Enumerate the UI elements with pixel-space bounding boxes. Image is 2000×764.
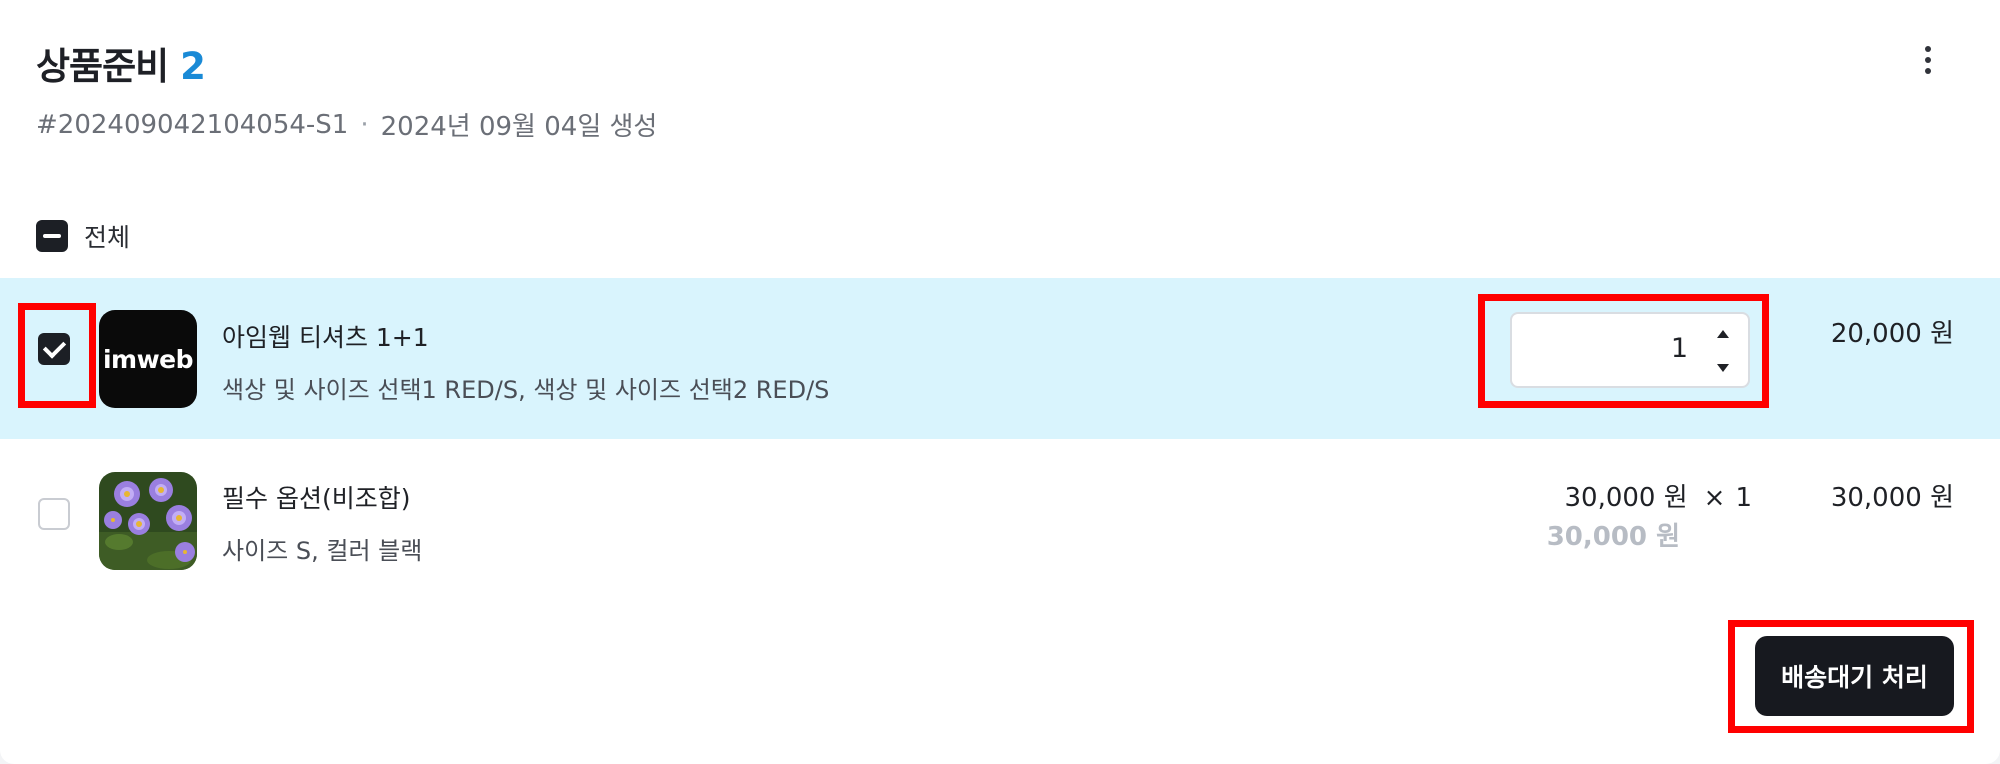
order-number: #202409042104054-S1 xyxy=(36,109,349,140)
ready-to-ship-button[interactable]: 배송대기 처리 xyxy=(1755,636,1954,716)
unit-price-sub: 30,000 원 xyxy=(1546,522,1680,552)
product-row: imweb 아임웹 티셔츠 1+1 색상 및 사이즈 선택1 RED/S, 색상… xyxy=(0,278,2000,439)
product-options: 사이즈 S, 컬러 블랙 xyxy=(222,537,423,565)
title-row: 상품준비 2 xyxy=(36,36,206,90)
product-thumbnail: imweb xyxy=(99,310,197,408)
product-name: 필수 옵션(비조합) xyxy=(222,484,411,513)
item-count: 2 xyxy=(180,45,206,88)
quantity-stepper[interactable]: 1 xyxy=(1510,312,1750,388)
stepper-arrows xyxy=(1712,330,1734,372)
product-options: 색상 및 사이즈 선택1 RED/S, 색상 및 사이즈 선택2 RED/S xyxy=(222,376,830,404)
kebab-dot xyxy=(1925,57,1931,63)
times-sign: × xyxy=(1703,483,1726,513)
increment-icon[interactable] xyxy=(1717,330,1729,338)
more-options-icon[interactable] xyxy=(1912,40,1944,80)
select-all-label: 전체 xyxy=(84,223,131,252)
product-thumbnail xyxy=(99,472,197,570)
created-date: 2024년 09월 04일 생성 xyxy=(380,112,658,142)
kebab-dot xyxy=(1925,46,1931,52)
order-card: 상품준비 2 #202409042104054-S1 · 2024년 09월 0… xyxy=(0,0,2000,764)
select-all-checkbox[interactable] xyxy=(36,220,68,252)
select-all[interactable]: 전체 xyxy=(36,218,130,254)
item-total: 30,000 원 xyxy=(1830,483,1954,513)
product-name: 아임웹 티셔츠 1+1 xyxy=(222,323,429,352)
item-total: 20,000 원 xyxy=(1830,319,1954,349)
order-meta: #202409042104054-S1 · 2024년 09월 04일 생성 xyxy=(36,106,657,143)
page-title: 상품준비 xyxy=(36,45,169,88)
unit-price: 30,000 원 xyxy=(1564,483,1688,513)
quantity-value: 1 xyxy=(1735,483,1752,513)
item-checkbox-checked[interactable] xyxy=(38,333,70,365)
quantity-input[interactable]: 1 xyxy=(1671,333,1688,364)
unit-price-line: 30,000 원 × 1 xyxy=(1564,477,1752,514)
kebab-dot xyxy=(1925,68,1931,74)
imweb-logo: imweb xyxy=(102,344,194,374)
meta-separator: · xyxy=(360,109,369,140)
product-row: 필수 옵션(비조합) 사이즈 S, 컬러 블랙 30,000 원 × 1 30,00… xyxy=(0,439,2000,600)
decrement-icon[interactable] xyxy=(1717,364,1729,372)
purple-flowers-photo xyxy=(99,472,197,570)
item-checkbox[interactable] xyxy=(38,498,70,530)
